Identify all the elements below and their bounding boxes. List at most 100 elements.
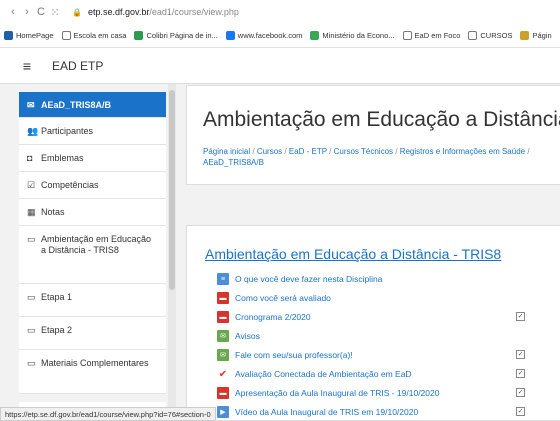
drawer-item[interactable]: ▭ Ambientação em Educação a Distância - T… bbox=[19, 226, 166, 284]
drawer-item-icon: ▭ bbox=[27, 292, 36, 302]
doc-icon: ▶ bbox=[217, 406, 229, 418]
drawer-item-label: Participantes bbox=[41, 126, 94, 136]
activity-item[interactable]: ✔ Avaliação Conectada de Ambientação em E… bbox=[217, 366, 412, 382]
drawer-item[interactable]: ▦ Notas bbox=[19, 199, 166, 226]
activity-item[interactable]: ▬ Cronograma 2/2020 bbox=[217, 309, 311, 325]
bookmark-item[interactable]: Colibri Página de in... bbox=[134, 31, 218, 40]
bookmark-item[interactable]: HomePage bbox=[4, 31, 54, 40]
quiz-icon: ✔ bbox=[217, 368, 229, 380]
drawer-item-label: Etapa 1 bbox=[41, 292, 73, 302]
pdf-icon: ▬ bbox=[217, 292, 229, 304]
breadcrumb-separator: / bbox=[525, 147, 530, 156]
drawer-item[interactable]: ▭ Etapa 2 bbox=[19, 317, 166, 350]
drawer-item[interactable]: ▭ Materiais Complementares bbox=[19, 350, 166, 394]
bookmark-item[interactable]: www.facebook.com bbox=[225, 31, 302, 40]
completion-checkbox[interactable]: ✓ bbox=[516, 369, 525, 378]
bookmark-item[interactable]: CURSOS bbox=[468, 31, 512, 40]
forum-icon: ✉ bbox=[217, 349, 229, 361]
breadcrumb-separator: / bbox=[393, 147, 400, 156]
activity-link[interactable]: O que você deve fazer nesta Disciplina bbox=[235, 274, 382, 284]
bookmark-icon bbox=[520, 31, 530, 40]
scrollbar-thumb[interactable] bbox=[169, 90, 175, 290]
breadcrumb-link[interactable]: EaD - ETP bbox=[289, 147, 327, 156]
breadcrumb-link[interactable]: Registros e Informações em Saúde bbox=[400, 147, 525, 156]
drawer-item-icon: ▭ bbox=[27, 234, 36, 244]
drawer-item-icon: ☑ bbox=[27, 180, 36, 190]
drawer-item[interactable]: ◘ Emblemas bbox=[19, 145, 166, 172]
breadcrumb-link[interactable]: Cursos Técnicos bbox=[334, 147, 393, 156]
url-host: etp.se.df.gov.br bbox=[87, 7, 150, 17]
activity-item[interactable]: ✉ Fale com seu/sua professor(a)! bbox=[217, 347, 353, 363]
breadcrumb-link[interactable]: Cursos bbox=[257, 147, 282, 156]
activity-link[interactable]: Como você será avaliado bbox=[235, 293, 331, 303]
bookmarks-bar: HomePage Escola em casa Colibri Página de … bbox=[0, 24, 560, 48]
activity-item[interactable]: ▬ Apresentação da Aula Inaugural de TRIS … bbox=[217, 385, 439, 401]
completion-checkbox[interactable]: ✓ bbox=[516, 407, 525, 416]
activity-item[interactable]: ▶ Vídeo da Aula Inaugural de TRIS em 19/1… bbox=[217, 404, 418, 420]
bookmark-item[interactable]: Escola em casa bbox=[61, 31, 126, 40]
activity-link[interactable]: Avaliação Conectada de Ambientação em Ea… bbox=[235, 369, 412, 379]
drawer-item[interactable]: ▭ Etapa 1 bbox=[19, 284, 166, 317]
drawer-item-icon: ◘ bbox=[27, 153, 33, 163]
browser-address-bar: ‹ › C ⁙ 🔒 etp.se.df.gov.br/ead1/course/v… bbox=[0, 0, 560, 24]
url-field[interactable]: 🔒 etp.se.df.gov.br/ead1/course/view.php bbox=[72, 7, 239, 17]
completion-checkbox[interactable]: ✓ bbox=[516, 312, 525, 321]
bookmark-item[interactable]: Págin bbox=[520, 31, 552, 40]
activity-item[interactable]: ▬ Como você será avaliado bbox=[217, 290, 331, 306]
bookmark-label: Ministério da Econo... bbox=[322, 31, 395, 40]
completion-checkbox[interactable]: ✓ bbox=[516, 388, 525, 397]
activity-link[interactable]: Cronograma 2/2020 bbox=[235, 312, 311, 322]
breadcrumb-separator: / bbox=[326, 147, 334, 156]
breadcrumb-separator: / bbox=[282, 147, 289, 156]
drawer-item-icon: ▭ bbox=[27, 358, 36, 368]
bookmark-label: HomePage bbox=[16, 31, 54, 40]
bookmark-label: Págin bbox=[532, 31, 552, 40]
course-section: Ambientação em Educação a Distância - TR… bbox=[186, 225, 560, 421]
status-bar: https://etp.se.df.gov.br/ead1/course/vie… bbox=[0, 407, 216, 421]
activity-item[interactable]: ≡ O que você deve fazer nesta Disciplina bbox=[217, 271, 382, 287]
apps-icon[interactable]: ⁙ bbox=[48, 6, 62, 19]
breadcrumb-link[interactable]: AEaD_TRIS8A/B bbox=[203, 158, 264, 167]
section-title[interactable]: Ambientação em Educação a Distância - TR… bbox=[205, 246, 501, 262]
bookmark-label: EaD em Foco bbox=[414, 31, 461, 40]
drawer-scrollbar[interactable] bbox=[168, 84, 176, 421]
bookmark-label: Colibri Página de in... bbox=[146, 31, 218, 40]
site-navbar: ≡ EAD ETP bbox=[0, 48, 560, 84]
site-brand[interactable]: EAD ETP bbox=[52, 59, 103, 73]
pdf-icon: ▬ bbox=[217, 387, 229, 399]
menu-icon[interactable]: ≡ bbox=[14, 54, 40, 78]
drawer-item[interactable]: 👥 Participantes bbox=[19, 118, 166, 145]
pdf-icon: ▬ bbox=[217, 311, 229, 323]
page-header: Ambientação em Educação a Distância Pági… bbox=[186, 85, 560, 185]
breadcrumb: Página inicial / Cursos / EaD - ETP / Cu… bbox=[203, 146, 560, 168]
drawer-item-icon: 👥 bbox=[27, 126, 39, 136]
activity-link[interactable]: Fale com seu/sua professor(a)! bbox=[235, 350, 353, 360]
activity-link[interactable]: Vídeo da Aula Inaugural de TRIS em 19/10… bbox=[235, 407, 418, 417]
bookmark-label: CURSOS bbox=[480, 31, 513, 40]
drawer-item-icon: ▦ bbox=[27, 207, 36, 217]
bookmark-item[interactable]: EaD em Foco bbox=[402, 31, 461, 40]
lock-icon: 🔒 bbox=[72, 7, 82, 17]
breadcrumb-link[interactable]: Página inicial bbox=[203, 147, 250, 156]
drawer-item-icon: ✉ bbox=[27, 100, 35, 110]
activity-item[interactable]: ✉ Avisos bbox=[217, 328, 260, 344]
drawer-item-label: Etapa 2 bbox=[41, 325, 73, 335]
activity-link[interactable]: Avisos bbox=[235, 331, 260, 341]
drawer-item-icon: ▭ bbox=[27, 325, 36, 335]
bookmark-icon bbox=[134, 31, 144, 40]
bookmark-icon bbox=[4, 31, 13, 40]
completion-checkbox[interactable]: ✓ bbox=[516, 350, 525, 359]
activity-link[interactable]: Apresentação da Aula Inaugural de TRIS -… bbox=[235, 388, 439, 398]
drawer-item[interactable]: ✉ AEaD_TRIS8A/B bbox=[19, 92, 166, 118]
drawer-item[interactable]: ☑ Competências bbox=[19, 172, 166, 199]
breadcrumb-separator: / bbox=[250, 147, 257, 156]
forward-icon[interactable]: › bbox=[20, 6, 34, 18]
drawer-item-label: Competências bbox=[41, 180, 99, 190]
bookmark-item[interactable]: Ministério da Econo... bbox=[310, 31, 395, 40]
reload-icon[interactable]: C bbox=[34, 6, 48, 18]
drawer-item-label: Notas bbox=[41, 207, 65, 217]
drawer-item-label: AEaD_TRIS8A/B bbox=[41, 100, 112, 110]
back-icon[interactable]: ‹ bbox=[6, 6, 20, 18]
drawer-item-label: Materiais Complementares bbox=[41, 358, 149, 368]
nav-drawer: ✉ AEaD_TRIS8A/B 👥 Participantes ◘ Emblemas ☑ Co… bbox=[0, 84, 178, 421]
